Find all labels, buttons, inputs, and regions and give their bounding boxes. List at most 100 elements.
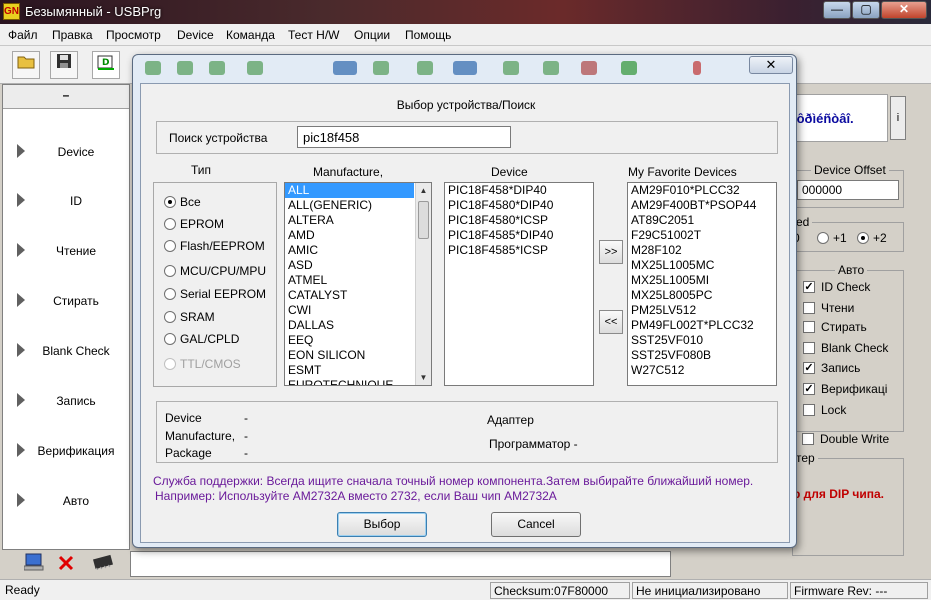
favorite-item[interactable]: PM25LV512: [628, 303, 776, 318]
manufacturer-item[interactable]: ALTERA: [285, 213, 431, 228]
minimize-button[interactable]: —: [823, 1, 851, 19]
device-item[interactable]: PIC18F4580*ICSP: [445, 213, 593, 228]
scroll-up-icon[interactable]: ▲: [416, 183, 431, 198]
auto-blank-check-box[interactable]: [803, 342, 815, 354]
save-icon[interactable]: [50, 51, 78, 79]
op-auto[interactable]: Авто: [3, 479, 129, 529]
menu-command[interactable]: Команда: [226, 28, 275, 42]
speed-radio-1[interactable]: [817, 232, 829, 244]
scroll-thumb[interactable]: [418, 201, 429, 239]
auto-id-check-box[interactable]: ✓: [803, 281, 815, 293]
manufacturer-item[interactable]: AMD: [285, 228, 431, 243]
add-favorite-button[interactable]: >>: [599, 240, 623, 264]
cancel-button[interactable]: Cancel: [491, 512, 581, 537]
device-item[interactable]: PIC18F458*DIP40: [445, 183, 593, 198]
dialog-body: Выбор устройства/Поиск Поиск устройства …: [140, 83, 790, 543]
op-device[interactable]: Device: [3, 130, 129, 180]
arrow-icon: [17, 493, 25, 507]
speed-option-2[interactable]: +2: [873, 231, 887, 245]
maximize-button[interactable]: ▢: [852, 1, 880, 19]
device-list[interactable]: PIC18F458*DIP40 PIC18F4580*DIP40 PIC18F4…: [444, 182, 594, 386]
favorite-item[interactable]: MX25L1005MI: [628, 273, 776, 288]
op-blank-check[interactable]: Blank Check: [3, 329, 129, 379]
log-output: [130, 551, 671, 577]
op-id[interactable]: ID: [3, 179, 129, 229]
manufacturer-item[interactable]: DALLAS: [285, 318, 431, 333]
radio-icon: [164, 265, 176, 277]
ghost-tool-icon: [333, 61, 357, 75]
manufacturer-item[interactable]: EEQ: [285, 333, 431, 348]
device-item[interactable]: PIC18F4580*DIP40: [445, 198, 593, 213]
menu-edit[interactable]: Правка: [52, 28, 93, 42]
arrow-icon: [17, 393, 25, 407]
banner-info-button[interactable]: i: [890, 96, 906, 140]
speed-radio-2[interactable]: [857, 232, 869, 244]
favorite-item[interactable]: F29C51002T: [628, 228, 776, 243]
device-item[interactable]: PIC18F4585*DIP40: [445, 228, 593, 243]
favorite-item[interactable]: M28F102: [628, 243, 776, 258]
manufacturer-item[interactable]: ALL: [285, 183, 414, 198]
favorite-item[interactable]: SST25VF080B: [628, 348, 776, 363]
search-input[interactable]: [297, 126, 511, 148]
favorites-header: My Favorite Devices: [628, 165, 737, 179]
favorite-item[interactable]: SST25VF010: [628, 333, 776, 348]
auto-write-box[interactable]: ✓: [803, 362, 815, 374]
manufacturer-list[interactable]: ALL ALL(GENERIC) ALTERA AMD AMIC ASD ATM…: [284, 182, 432, 386]
arrow-icon: [17, 193, 25, 207]
menu-options[interactable]: Опции: [354, 28, 390, 42]
disconnected-icon: [58, 555, 74, 571]
manufacturer-item[interactable]: ALL(GENERIC): [285, 198, 431, 213]
info-package-value: -: [244, 446, 248, 460]
menu-device[interactable]: Device: [177, 28, 214, 42]
ghost-tool-icon: [417, 61, 433, 75]
dialog-close-button[interactable]: ✕: [749, 56, 793, 74]
auto-lock-box[interactable]: [803, 404, 815, 416]
menu-help[interactable]: Помощь: [405, 28, 451, 42]
manufacturer-item[interactable]: EUROTECHNIQUE: [285, 378, 431, 385]
status-init: Не инициализировано: [632, 582, 788, 599]
device-offset-label: Device Offset: [811, 163, 889, 177]
info-adapter-label: Адаптер: [487, 413, 534, 427]
manufacturer-item[interactable]: ATMEL: [285, 273, 431, 288]
manufacturer-scrollbar[interactable]: ▲ ▼: [415, 183, 431, 385]
manufacturer-item[interactable]: EON SILICON: [285, 348, 431, 363]
close-button[interactable]: ✕: [881, 1, 927, 19]
favorite-item[interactable]: AT89C2051: [628, 213, 776, 228]
favorite-item[interactable]: AM29F010*PLCC32: [628, 183, 776, 198]
op-verify[interactable]: Верификация: [3, 429, 129, 479]
favorite-item[interactable]: MX25L8005PC: [628, 288, 776, 303]
menu-test-hw[interactable]: Тест H/W: [288, 28, 340, 42]
manufacturer-item[interactable]: CWI: [285, 303, 431, 318]
scroll-down-icon[interactable]: ▼: [416, 370, 431, 385]
device-offset-field[interactable]: 000000: [797, 180, 899, 200]
radio-icon: [164, 358, 176, 370]
open-folder-icon[interactable]: [12, 51, 40, 79]
radio-icon: [164, 218, 176, 230]
op-erase[interactable]: Стирать: [3, 279, 129, 329]
menu-file[interactable]: Файл: [8, 28, 38, 42]
manufacturer-item[interactable]: ASD: [285, 258, 431, 273]
computer-icon: [24, 553, 44, 571]
auto-read-box[interactable]: [803, 302, 815, 314]
device-select-icon[interactable]: D: [92, 51, 120, 79]
speed-option-1[interactable]: +1: [833, 231, 847, 245]
auto-erase-box[interactable]: [803, 321, 815, 333]
manufacturer-item[interactable]: CATALYST: [285, 288, 431, 303]
double-write-box[interactable]: [802, 433, 814, 445]
manufacturer-item[interactable]: ESMT: [285, 363, 431, 378]
op-read[interactable]: Чтение: [3, 229, 129, 279]
op-write[interactable]: Запись: [3, 379, 129, 429]
remove-favorite-button[interactable]: <<: [599, 310, 623, 334]
select-button[interactable]: Выбор: [337, 512, 427, 537]
manufacturer-item[interactable]: AMIC: [285, 243, 431, 258]
menu-view[interactable]: Просмотр: [106, 28, 161, 42]
favorite-item[interactable]: MX25L1005MC: [628, 258, 776, 273]
auto-verify-box[interactable]: ✓: [803, 383, 815, 395]
support-line-2: Например: Используйте AM2732A вместо 273…: [155, 489, 557, 503]
type-radio-group: Все EPROM Flash/EEPROM MCU/CPU/MPU Seria…: [153, 182, 277, 387]
device-item[interactable]: PIC18F4585*ICSP: [445, 243, 593, 258]
favorites-list[interactable]: AM29F010*PLCC32 AM29F400BT*PSOP44 AT89C2…: [627, 182, 777, 386]
favorite-item[interactable]: W27C512: [628, 363, 776, 378]
favorite-item[interactable]: AM29F400BT*PSOP44: [628, 198, 776, 213]
favorite-item[interactable]: PM49FL002T*PLCC32: [628, 318, 776, 333]
